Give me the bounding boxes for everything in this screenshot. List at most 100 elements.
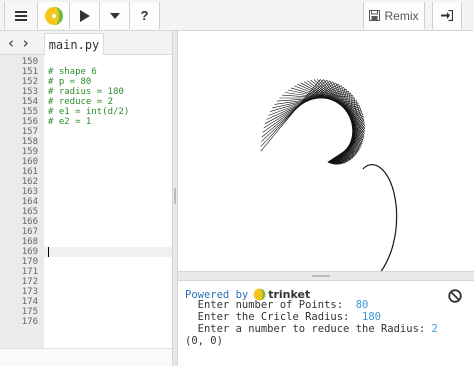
code-line: # reduce = 2 (48, 97, 114, 107)
line-number: 160 (21, 157, 38, 167)
spiral-stroke (394, 200, 397, 204)
spiral-stroke (376, 165, 379, 168)
spiral-stroke (384, 172, 387, 175)
line-number: 162 (21, 177, 38, 187)
console-line: Enter a number to reduce the Radius: 2 (185, 323, 438, 335)
toolbar: ? Remix (0, 0, 474, 31)
trinket-logo-button[interactable] (38, 2, 70, 29)
help-button[interactable]: ? (130, 2, 160, 29)
line-number: 167 (21, 227, 38, 237)
spiral-stroke (388, 178, 391, 181)
spiral-stroke (391, 243, 394, 248)
code-line: # shape 6 (48, 67, 97, 77)
spiral-stroke (262, 81, 334, 133)
spiral-stroke (392, 190, 395, 195)
spiral-stroke (266, 85, 342, 120)
line-number: 176 (21, 317, 38, 327)
line-number: 166 (21, 217, 38, 227)
run-options-dropdown[interactable] (100, 2, 130, 29)
line-number: 153 (21, 87, 38, 97)
spiral-drawing (260, 79, 398, 271)
spiral-stroke (379, 166, 382, 169)
line-number-gutter: 150 151 152 153 154 155 156 157 158 159 160 161 162 1… (0, 55, 44, 348)
line-number: 172 (21, 277, 38, 287)
file-tab-main[interactable]: main.py (44, 33, 104, 55)
run-button[interactable] (70, 2, 100, 29)
clear-console-icon (448, 289, 462, 303)
spiral-stroke (390, 247, 393, 252)
code-line: # e2 = 1 (48, 117, 92, 127)
remix-button[interactable]: Remix (363, 2, 425, 29)
hamburger-menu-icon (15, 10, 27, 21)
spiral-stroke (382, 169, 385, 172)
console-output[interactable]: Powered by trinket Enter number of Point… (178, 281, 474, 366)
editor-tab-bar: ‹ › main.py (0, 31, 172, 55)
sign-in-icon (441, 10, 453, 21)
text-cursor (48, 247, 49, 257)
hsplit-grip-icon (312, 275, 330, 277)
caret-down-icon (109, 12, 120, 19)
spiral-stroke (363, 166, 366, 169)
spiral-stroke (362, 167, 365, 170)
line-number: 154 (21, 97, 38, 107)
line-number: 170 (21, 257, 38, 267)
code-line: # e1 = int(d/2) (48, 107, 130, 117)
file-tab-label: main.py (48, 37, 100, 52)
spiral-stroke (365, 165, 368, 167)
line-number: 152 (21, 77, 38, 87)
spiral-stroke (380, 168, 383, 171)
spiral-stroke (389, 250, 392, 255)
menu-button[interactable] (4, 2, 38, 29)
spiral-stroke (386, 176, 390, 179)
spiral-stroke (366, 164, 369, 167)
console-line: Enter number of Points: 80 (185, 299, 369, 311)
active-line-highlight (44, 247, 172, 257)
spiral-stroke (391, 185, 394, 189)
code-line: # p = 80 (48, 77, 92, 87)
code-editor[interactable]: # shape 6 # p = 80 # radius = 180 # reduce … (44, 55, 172, 348)
spiral-stroke (393, 193, 396, 198)
trinket-logo-icon (44, 6, 63, 25)
spiral-stroke (394, 232, 397, 237)
horizontal-splitter[interactable] (178, 271, 474, 281)
play-icon (79, 9, 90, 22)
line-number: 150 (21, 57, 38, 67)
console-line: (0, 0) (185, 335, 223, 347)
turtle-graphics-canvas (178, 31, 474, 271)
spiral-stroke (260, 79, 324, 147)
file-nav-arrows[interactable]: ‹ › (8, 34, 31, 52)
line-number: 175 (21, 307, 38, 317)
spiral-stroke (386, 257, 390, 262)
spiral-stroke (394, 197, 396, 201)
line-number: 173 (21, 287, 38, 297)
spiral-stroke (389, 180, 392, 184)
splitter-grip-icon (174, 188, 176, 204)
line-number: 164 (21, 197, 38, 207)
line-number: 158 (21, 137, 38, 147)
spiral-stroke (260, 79, 321, 152)
spiral-stroke (383, 264, 386, 268)
spiral-stroke (364, 165, 367, 168)
line-number: 155 (21, 107, 38, 117)
line-number: 157 (21, 127, 38, 137)
line-number: 171 (21, 267, 38, 277)
spiral-stroke (378, 166, 381, 168)
help-label: ? (140, 8, 149, 23)
login-button[interactable] (432, 2, 462, 29)
spiral-stroke (384, 260, 388, 265)
line-number: 165 (21, 207, 38, 217)
remix-label: Remix (384, 8, 419, 23)
console-line: Enter the Cricle Radius: 180 (185, 311, 381, 323)
line-number: 169 (21, 247, 38, 257)
spiral-stroke (392, 188, 395, 192)
spiral-stroke (381, 267, 385, 271)
line-number: 156 (21, 117, 38, 127)
spiral-stroke (375, 164, 378, 167)
clear-console-button[interactable] (448, 289, 462, 306)
editor-status-bar (0, 348, 172, 366)
spiral-stroke (385, 174, 389, 177)
spiral-stroke (394, 228, 397, 233)
spiral-stroke (393, 236, 396, 241)
spiral-stroke (383, 170, 386, 173)
line-number: 159 (21, 147, 38, 157)
